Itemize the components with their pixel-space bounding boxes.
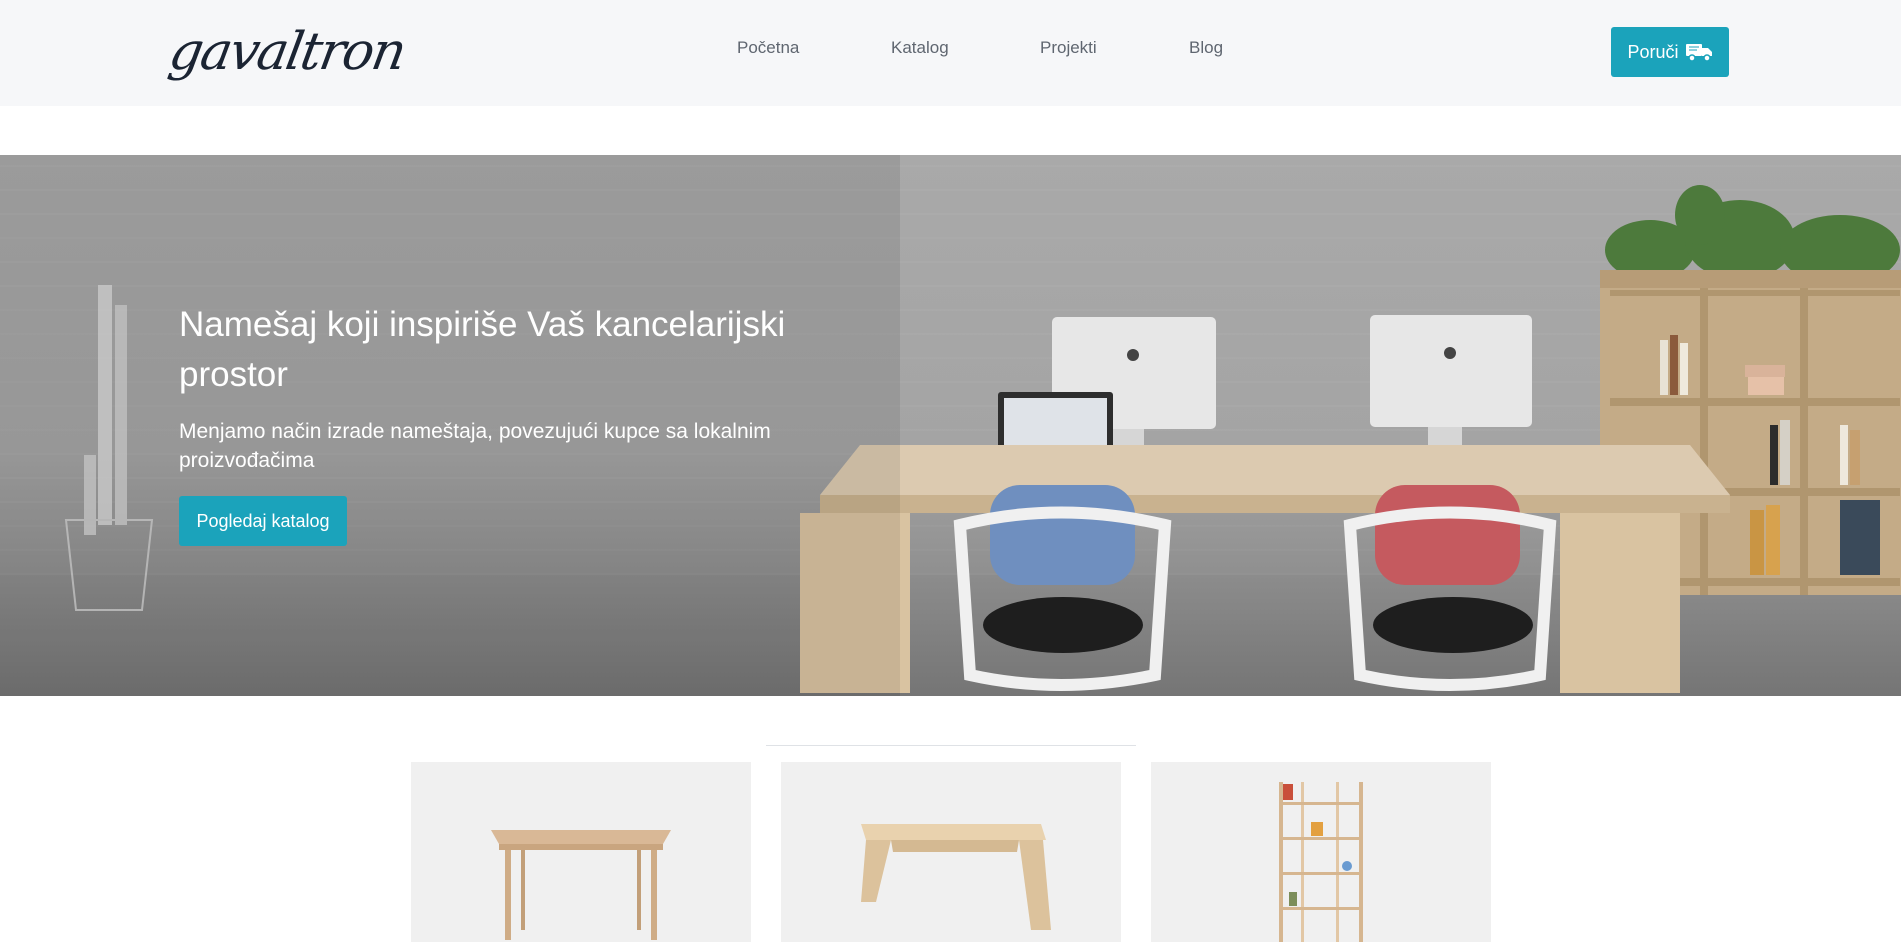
product-card-desk[interactable] xyxy=(411,762,751,942)
nav-item-projekti[interactable]: Projekti xyxy=(1040,38,1097,58)
product-card-bench[interactable] xyxy=(781,762,1121,942)
nav-item-pocetna[interactable]: Početna xyxy=(737,38,799,58)
bookshelf-image xyxy=(1279,782,1363,942)
hero-title: Namešaj koji inspiriše Vaš kancelarijski… xyxy=(179,305,786,394)
nav-item-blog[interactable]: Blog xyxy=(1189,38,1223,58)
hero-banner: Namešaj koji inspiriše Vaš kancelarijski… xyxy=(0,155,1901,696)
bench-image xyxy=(861,824,1051,930)
hero-subtitle: Menjamo način izrade nameštaja, povezuju… xyxy=(179,420,771,472)
product-card-bookshelf[interactable] xyxy=(1151,762,1491,942)
desk-image xyxy=(491,830,671,940)
nav-item-katalog[interactable]: Katalog xyxy=(891,38,949,58)
site-header: gavaltron Početna Katalog Projekti Blog … xyxy=(0,0,1901,106)
order-button-label: Poruči xyxy=(1627,41,1679,62)
truck-icon xyxy=(1685,41,1713,63)
order-button[interactable]: Poruči xyxy=(1611,27,1729,77)
view-catalog-button[interactable]: Pogledaj katalog xyxy=(179,496,347,546)
section-divider xyxy=(766,745,1136,746)
